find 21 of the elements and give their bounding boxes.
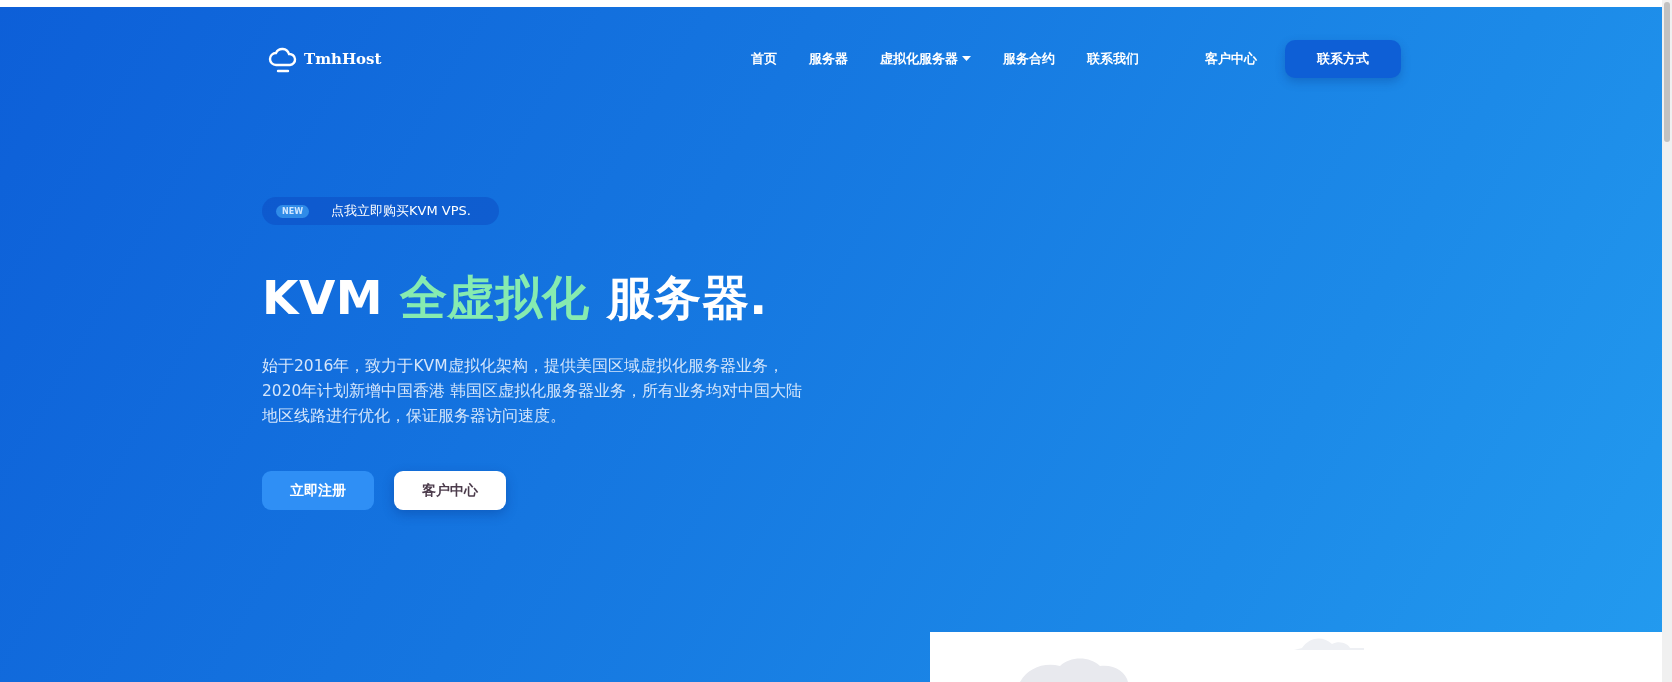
description-line: 2020年计划新增中国香港 韩国区虚拟化服务器业务，所有业务均对中国大陆	[262, 381, 803, 402]
description-line: 始于2016年，致力于KVM虚拟化架构，提供美国区域虚拟化服务器业务，	[262, 356, 784, 377]
register-button[interactable]: 立即注册	[262, 471, 374, 510]
nav-link[interactable]: 首页	[735, 49, 793, 68]
scrollbar[interactable]	[1662, 0, 1672, 682]
caret-icon	[962, 56, 971, 61]
nav-link[interactable]: 服务器	[793, 49, 864, 68]
client-center-button[interactable]: 客户中心	[394, 471, 506, 510]
description-line: 地区线路进行优化，保证服务器访问速度。	[262, 406, 566, 427]
logo-text: TmhHost	[304, 49, 382, 68]
promo-text: 点我立即购买KVM VPS.	[331, 202, 471, 220]
heading-text: 服务器.	[605, 270, 768, 325]
promo-badge[interactable]: NEW 点我立即购买KVM VPS.	[262, 197, 499, 225]
nav-link[interactable]: 客户中心	[1189, 49, 1273, 68]
heading-text: 全虚拟化	[399, 270, 590, 325]
nav-link[interactable]: 服务合约	[987, 49, 1071, 68]
nav-link[interactable]: 联系我们	[1071, 49, 1155, 68]
new-tag: NEW	[276, 204, 309, 218]
contact-button[interactable]: 联系方式	[1285, 39, 1401, 78]
heading-text: KVM	[262, 270, 385, 325]
nav-dropdown[interactable]: 虚拟化服务器	[864, 49, 987, 68]
